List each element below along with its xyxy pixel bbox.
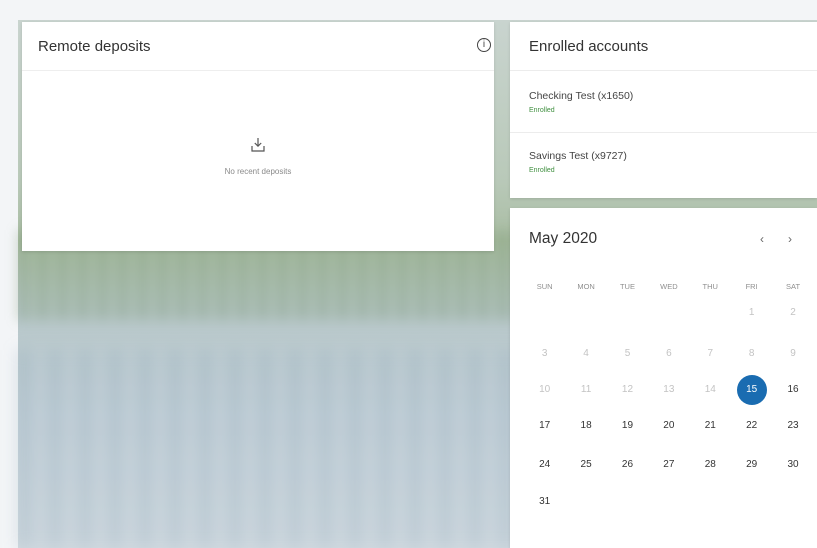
account-status: Enrolled bbox=[529, 167, 555, 174]
calendar-day: 13 bbox=[663, 384, 675, 395]
calendar-day[interactable]: 16 bbox=[772, 384, 813, 395]
calendar-day: 5 bbox=[624, 348, 631, 359]
calendar-day: 3 bbox=[541, 348, 548, 359]
calendar-day-empty bbox=[607, 496, 648, 507]
calendar-day[interactable]: 24 bbox=[524, 459, 565, 470]
calendar-month-label: May 2020 bbox=[529, 230, 598, 247]
chevron-left-icon[interactable]: ‹ bbox=[760, 232, 764, 246]
info-icon[interactable]: i bbox=[477, 38, 491, 52]
calendar-day[interactable]: 31 bbox=[524, 496, 565, 507]
calendar-week: 1 2 bbox=[524, 307, 814, 318]
calendar-day: 11 bbox=[580, 384, 592, 395]
calendar-day-empty bbox=[731, 496, 772, 507]
calendar-day: 12 bbox=[621, 384, 634, 395]
calendar-day[interactable]: 26 bbox=[607, 459, 648, 470]
calendar-week: 3 4 5 6 7 8 9 bbox=[524, 348, 814, 359]
calendar-day[interactable]: 30 bbox=[772, 459, 813, 470]
calendar-day-empty bbox=[565, 496, 606, 507]
calendar-day: 1 bbox=[748, 307, 755, 318]
weekday-label: FRI bbox=[745, 282, 758, 291]
calendar-day[interactable]: 25 bbox=[565, 459, 606, 470]
card-divider bbox=[22, 70, 494, 71]
calendar-weekday-header: SUN MON TUE WED THU FRI SAT bbox=[524, 282, 814, 291]
calendar-day-empty bbox=[690, 307, 731, 318]
calendar-day: 7 bbox=[707, 348, 714, 359]
calendar-day[interactable]: 22 bbox=[731, 420, 772, 431]
weekday-label: MON bbox=[577, 282, 595, 291]
calendar-day: 10 bbox=[539, 384, 551, 395]
calendar-day[interactable]: 29 bbox=[731, 459, 772, 470]
calendar-day[interactable]: 23 bbox=[772, 420, 813, 431]
enrolled-accounts-card: Enrolled accounts Checking Test (x1650) … bbox=[510, 22, 817, 198]
weekday-label: WED bbox=[660, 282, 678, 291]
calendar-day: 2 bbox=[790, 307, 796, 318]
account-item-savings[interactable]: Savings Test (x9727) Enrolled bbox=[529, 150, 627, 174]
calendar-day-empty bbox=[648, 496, 689, 507]
calendar-week: 24 25 26 27 28 29 30 bbox=[524, 459, 814, 470]
download-tray-icon bbox=[251, 138, 265, 152]
card-divider bbox=[510, 70, 817, 71]
calendar-day: 4 bbox=[583, 348, 589, 359]
weekday-label: SAT bbox=[786, 282, 801, 291]
selected-day-number: 15 bbox=[746, 384, 758, 395]
calendar-week: 31 bbox=[524, 496, 814, 507]
calendar-day-empty bbox=[524, 307, 565, 318]
calendar-week: 17 18 19 20 21 22 23 bbox=[524, 420, 814, 431]
calendar-day: 8 bbox=[748, 348, 755, 359]
account-name: Checking Test (x1650) bbox=[529, 90, 634, 102]
calendar-day-empty bbox=[772, 496, 813, 507]
calendar-day[interactable]: 19 bbox=[607, 420, 648, 431]
calendar-day: 6 bbox=[666, 348, 672, 359]
calendar-day[interactable]: 28 bbox=[690, 459, 731, 470]
calendar-day: 9 bbox=[790, 348, 796, 359]
enrolled-accounts-title: Enrolled accounts bbox=[529, 38, 649, 55]
account-divider bbox=[510, 132, 817, 133]
account-item-checking[interactable]: Checking Test (x1650) Enrolled bbox=[529, 90, 633, 114]
calendar-day-empty bbox=[690, 496, 731, 507]
calendar-day[interactable]: 17 bbox=[524, 420, 565, 431]
weekday-label: THU bbox=[702, 282, 718, 291]
calendar-day-selected[interactable]: 15 bbox=[731, 374, 772, 405]
weekday-label: SUN bbox=[536, 282, 553, 291]
weekday-label: TUE bbox=[619, 282, 635, 291]
remote-deposits-card: Remote deposits i No recent deposits bbox=[22, 22, 494, 251]
calendar-day[interactable]: 20 bbox=[648, 420, 689, 431]
calendar-day-empty bbox=[607, 307, 648, 318]
calendar-day[interactable]: 21 bbox=[690, 420, 731, 431]
empty-state-text: No recent deposits bbox=[224, 167, 292, 176]
calendar-card: May 2020 ‹ › SUN MON TUE WED THU FRI SAT… bbox=[510, 208, 817, 548]
remote-deposits-title: Remote deposits bbox=[38, 38, 151, 55]
account-name: Savings Test (x9727) bbox=[529, 150, 627, 162]
calendar-day[interactable]: 18 bbox=[565, 420, 606, 431]
account-status: Enrolled bbox=[529, 107, 555, 114]
calendar-day[interactable]: 27 bbox=[648, 459, 689, 470]
calendar-day: 14 bbox=[704, 384, 716, 395]
chevron-right-icon[interactable]: › bbox=[788, 232, 792, 246]
calendar-day-empty bbox=[648, 307, 689, 318]
calendar-week: 10 11 12 13 14 15 16 bbox=[524, 374, 814, 405]
calendar-day-empty bbox=[565, 307, 606, 318]
